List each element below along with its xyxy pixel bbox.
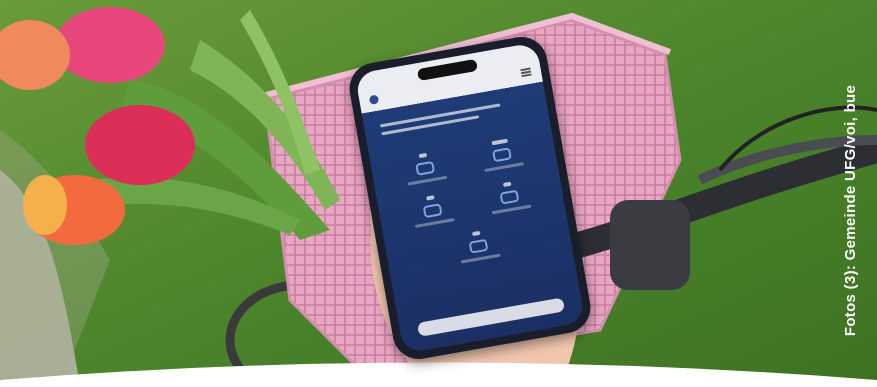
app-stats-grid [384, 133, 558, 273]
photo-credit-text: Fotos (3): Gemeinde UFG/voi, bue [842, 84, 860, 336]
photo: Fotos (3): Gemeinde UFG/voi, bue [0, 0, 877, 387]
browser-address-bar [416, 297, 566, 337]
app-stat [468, 176, 550, 218]
tulip-yellow-edge [23, 175, 67, 235]
handlebar-clamp [610, 200, 690, 290]
tulip-pink-top [55, 7, 165, 83]
tulip-red-center [85, 105, 195, 185]
route-icon [499, 189, 520, 205]
app-stat [384, 147, 466, 189]
photo-credit: Fotos (3): Gemeinde UFG/voi, bue [837, 60, 865, 360]
co2-icon [468, 238, 489, 254]
people-icon [492, 147, 512, 163]
menu-icon [520, 67, 532, 78]
calendar-icon [422, 203, 443, 219]
app-intro-text [379, 98, 532, 140]
app-stat [392, 189, 474, 231]
app-stat [461, 133, 543, 175]
app-logo-icon [368, 93, 380, 105]
bicycle-icon [415, 160, 436, 176]
phone-screen [354, 42, 586, 354]
